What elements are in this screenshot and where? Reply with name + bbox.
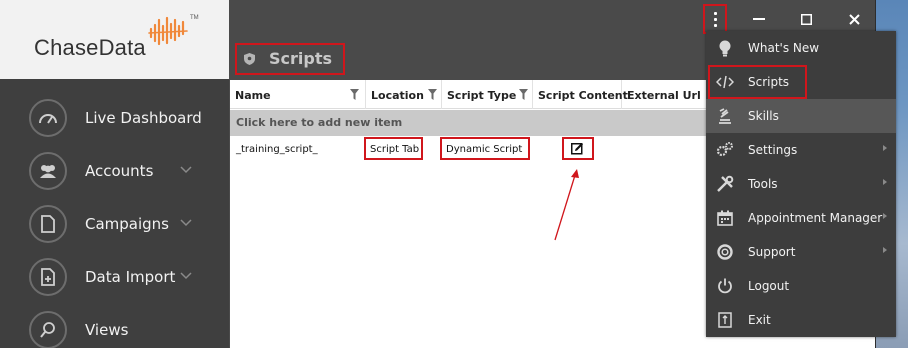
cell-script-type: Dynamic Script	[446, 144, 523, 155]
chevron-down-icon	[180, 219, 192, 227]
add-new-item-label: Click here to add new item	[236, 116, 403, 129]
column-header-location[interactable]: Location	[366, 80, 442, 109]
menu-item-exit[interactable]: Exit	[706, 303, 896, 337]
users-icon	[29, 152, 67, 190]
filter-icon[interactable]	[519, 89, 528, 100]
app-logo[interactable]: ChaseData TM	[0, 0, 229, 79]
column-header-name[interactable]: Name	[230, 80, 366, 109]
menu-item-support[interactable]: Support	[706, 235, 896, 269]
power-icon	[716, 277, 734, 295]
menu-item-skills[interactable]: Skills	[706, 99, 896, 133]
sidebar-item-label: Views	[85, 321, 129, 339]
menu-item-scripts[interactable]: Scripts	[706, 65, 896, 99]
maximize-icon	[800, 13, 812, 25]
more-menu-dropdown: What's New Scripts Skills Settings Tools…	[706, 31, 896, 337]
cell-location: Script Tab	[370, 144, 420, 155]
menu-item-settings[interactable]: Settings	[706, 133, 896, 167]
maximize-button[interactable]	[796, 10, 816, 28]
logo-text: ChaseData	[34, 35, 146, 60]
shield-icon	[244, 53, 255, 65]
close-icon	[848, 13, 860, 25]
filter-icon[interactable]	[428, 89, 437, 100]
cell-name: _training_script_	[236, 144, 318, 155]
sidebar-item-data-import[interactable]: Data Import	[0, 251, 229, 304]
lightbulb-icon	[716, 39, 734, 57]
close-button[interactable]	[844, 10, 864, 28]
gears-icon	[716, 141, 734, 159]
edit-icon[interactable]	[571, 142, 584, 155]
menu-item-tools[interactable]: Tools	[706, 167, 896, 201]
gauge-icon	[29, 99, 67, 137]
tools-icon	[716, 175, 734, 193]
submenu-arrow-icon	[883, 213, 887, 219]
submenu-arrow-icon	[883, 145, 887, 151]
sidebar-item-live-dashboard[interactable]: Live Dashboard	[0, 92, 229, 145]
code-icon	[716, 73, 734, 91]
page-title: Scripts	[269, 49, 333, 68]
import-icon	[29, 258, 67, 296]
filter-icon[interactable]	[350, 89, 359, 100]
exit-icon	[716, 311, 734, 329]
magnifier-icon	[29, 311, 67, 348]
annotation-arrow	[554, 169, 579, 241]
menu-item-appointment-manager[interactable]: Appointment Manager	[706, 201, 896, 235]
submenu-arrow-icon	[883, 179, 887, 185]
submenu-arrow-icon	[883, 247, 887, 253]
menu-item-whats-new[interactable]: What's New	[706, 31, 896, 65]
skills-icon	[716, 107, 734, 125]
chevron-down-icon	[180, 272, 192, 280]
sidebar-item-label: Campaigns	[85, 215, 170, 233]
sidebar-item-views[interactable]: Views	[0, 304, 229, 348]
calendar-icon	[716, 209, 734, 227]
minimize-icon	[753, 18, 765, 20]
logo-waveform-icon	[148, 16, 188, 46]
column-header-script-type[interactable]: Script Type	[442, 80, 533, 109]
sidebar-item-campaigns[interactable]: Campaigns	[0, 198, 229, 251]
chevron-down-icon	[180, 166, 192, 174]
column-header-script-content[interactable]: Script Content	[533, 80, 628, 109]
sidebar-item-accounts[interactable]: Accounts	[0, 145, 229, 198]
minimize-button[interactable]	[749, 10, 769, 28]
sidebar-item-label: Live Dashboard	[85, 109, 202, 127]
sidebar-item-label: Accounts	[85, 162, 154, 180]
document-icon	[29, 205, 67, 243]
sidebar: ChaseData TM Live Dashboard Accounts Cam…	[0, 0, 229, 348]
more-menu-button[interactable]	[703, 4, 727, 34]
lifebuoy-icon	[716, 243, 734, 261]
menu-item-logout[interactable]: Logout	[706, 269, 896, 303]
logo-trademark: TM	[190, 15, 199, 21]
sidebar-item-label: Data Import	[85, 268, 176, 286]
